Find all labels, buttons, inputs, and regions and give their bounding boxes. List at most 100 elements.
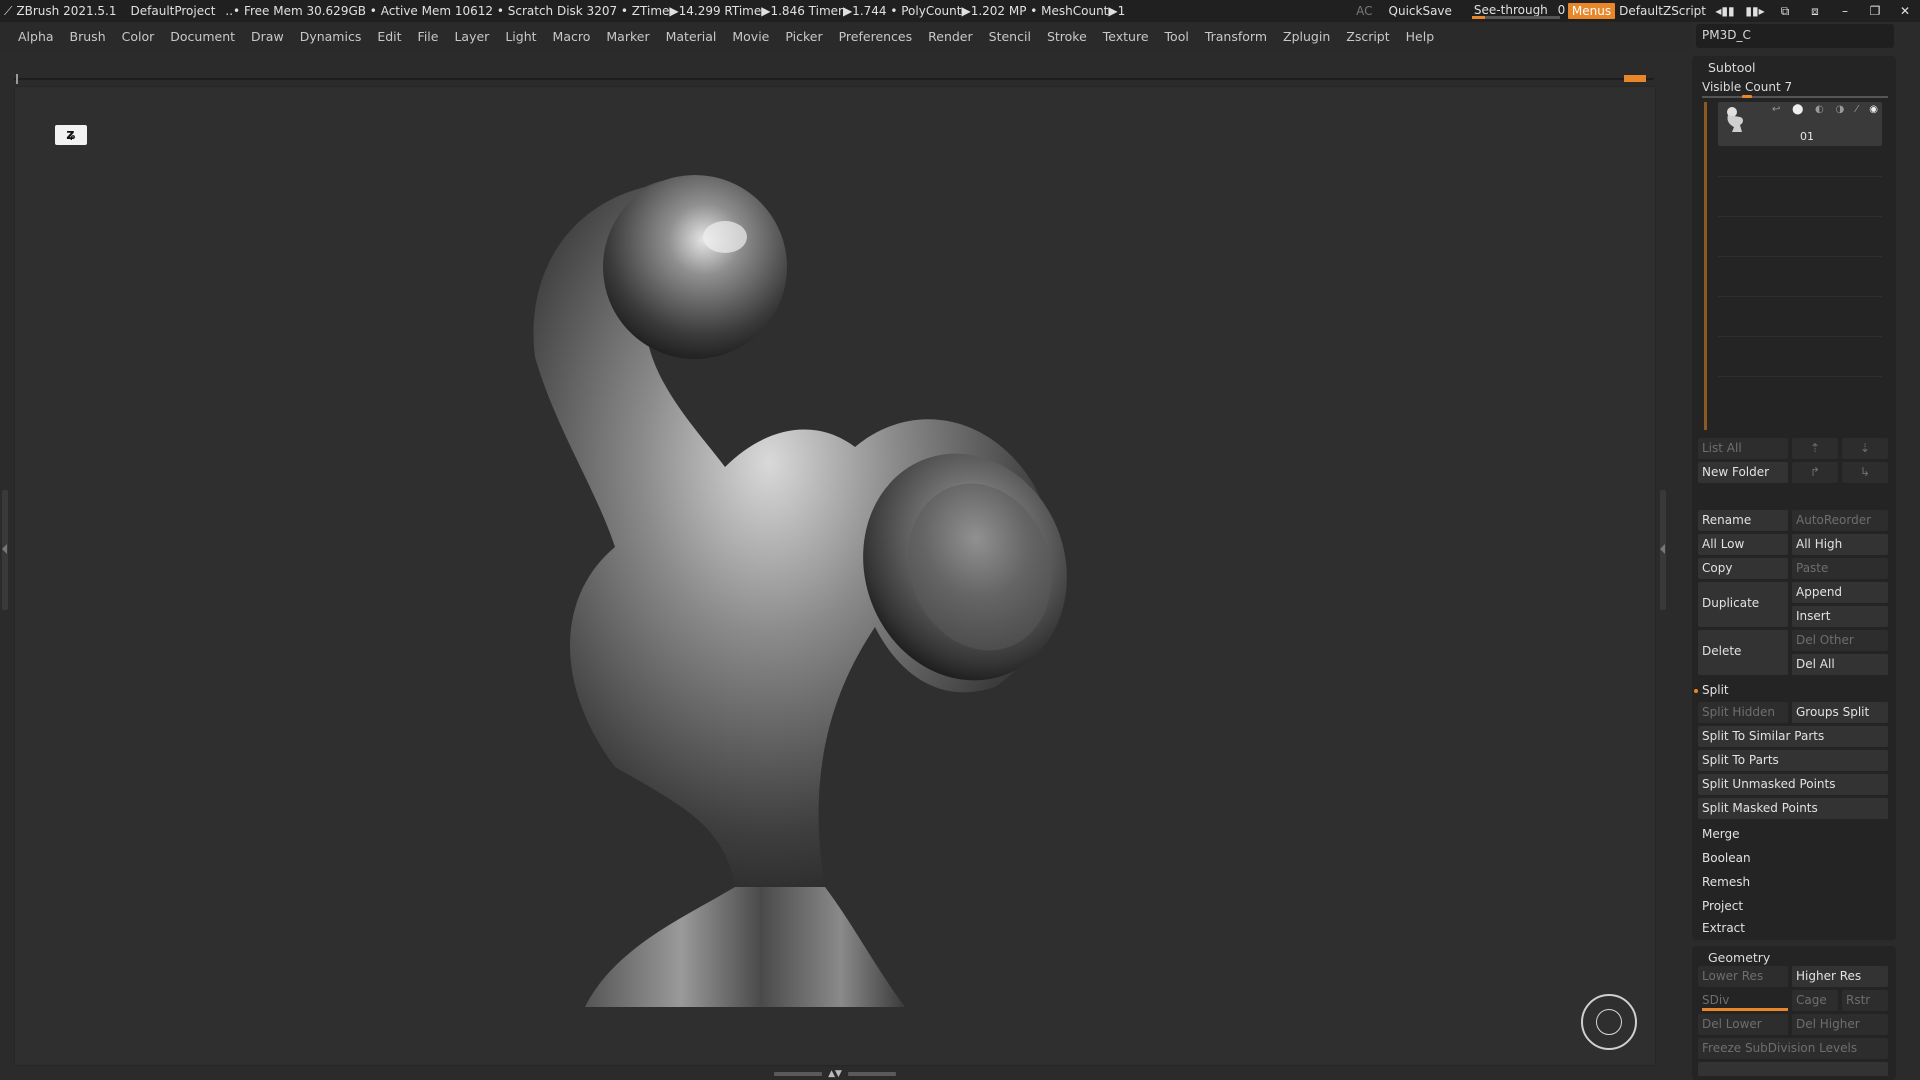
bottom-tray-handle[interactable]: ▲▼ — [770, 1069, 900, 1079]
visible-count-track[interactable] — [1702, 96, 1888, 98]
subtool-color-icon[interactable]: ◐ — [1815, 104, 1824, 116]
subtool-arrow-icon[interactable]: ↩ — [1772, 104, 1780, 116]
rstr-button[interactable]: Rstr — [1842, 990, 1888, 1011]
menu-marker[interactable]: Marker — [606, 29, 649, 44]
ruler-marker[interactable] — [1624, 75, 1646, 82]
minimize-icon[interactable]: – — [1834, 4, 1856, 18]
extract-section-toggle[interactable]: Extract — [1698, 920, 1888, 938]
timeline-ruler[interactable] — [14, 74, 1654, 84]
quicksave-button[interactable]: QuickSave — [1389, 4, 1452, 18]
subtool-slot[interactable] — [1718, 176, 1882, 177]
split-to-parts-button[interactable]: Split To Parts — [1698, 750, 1888, 771]
del-all-button[interactable]: Del All — [1792, 654, 1888, 675]
subtool-slot[interactable] — [1718, 296, 1882, 297]
menu-edit[interactable]: Edit — [377, 29, 401, 44]
menu-brush[interactable]: Brush — [70, 29, 106, 44]
menu-render[interactable]: Render — [928, 29, 973, 44]
all-high-button[interactable]: All High — [1792, 534, 1888, 555]
geometry-title[interactable]: Geometry — [1708, 950, 1770, 965]
rename-button[interactable]: Rename — [1698, 510, 1788, 531]
menu-macro[interactable]: Macro — [553, 29, 591, 44]
menu-layer[interactable]: Layer — [454, 29, 489, 44]
menu-dynamics[interactable]: Dynamics — [300, 29, 362, 44]
list-all-button[interactable]: List All — [1698, 438, 1788, 459]
move-up-icon[interactable]: ⇡ — [1792, 438, 1838, 459]
menu-file[interactable]: File — [418, 29, 439, 44]
ac-toggle[interactable]: AC — [1356, 4, 1372, 18]
move-into-folder-icon[interactable]: ↱ — [1792, 462, 1838, 483]
subtool-slot[interactable] — [1718, 216, 1882, 217]
right-tray-handle[interactable] — [1660, 490, 1666, 610]
see-through-slider[interactable]: See-through 0 — [1471, 2, 1565, 20]
move-down-icon[interactable]: ⇣ — [1842, 438, 1888, 459]
menu-color[interactable]: Color — [122, 29, 155, 44]
split-section-toggle[interactable]: Split — [1698, 680, 1888, 701]
delete-button[interactable]: Delete — [1698, 630, 1788, 675]
subtool-scroll-bar[interactable] — [1704, 102, 1707, 430]
del-lower-button[interactable]: Del Lower — [1698, 1014, 1788, 1035]
subtool-title[interactable]: Subtool — [1708, 60, 1755, 75]
all-low-button[interactable]: All Low — [1698, 534, 1788, 555]
menu-draw[interactable]: Draw — [251, 29, 284, 44]
insert-button[interactable]: Insert — [1792, 606, 1888, 627]
menu-alpha[interactable]: Alpha — [18, 29, 54, 44]
sculpt-model[interactable] — [495, 127, 1195, 1057]
navigation-gizmo-icon[interactable] — [1581, 994, 1637, 1050]
menu-stencil[interactable]: Stencil — [989, 29, 1031, 44]
close-icon[interactable]: ✕ — [1894, 4, 1916, 18]
remesh-section-toggle[interactable]: Remesh — [1698, 872, 1888, 893]
subtool-dynamic-icon[interactable]: ◑ — [1835, 104, 1844, 116]
menu-light[interactable]: Light — [505, 29, 536, 44]
move-out-folder-icon[interactable]: ↳ — [1842, 462, 1888, 483]
menu-tool[interactable]: Tool — [1165, 29, 1189, 44]
visible-count-handle[interactable] — [1742, 95, 1752, 98]
subtool-polypaint-icon[interactable]: ⬤ — [1792, 104, 1803, 116]
menu-preferences[interactable]: Preferences — [839, 29, 913, 44]
higher-res-button[interactable]: Higher Res — [1792, 966, 1888, 987]
freeze-subdivision-levels-button[interactable]: Freeze SubDivision Levels — [1698, 1038, 1888, 1059]
subtool-item[interactable]: ↩ ⬤ ◐ ◑ ⁄ ◉ 01 — [1718, 102, 1882, 146]
lower-res-button[interactable]: Lower Res — [1698, 966, 1788, 987]
menu-zscript[interactable]: Zscript — [1346, 29, 1389, 44]
subtool-brush-icon[interactable]: ⁄ — [1856, 104, 1858, 116]
append-button[interactable]: Append — [1792, 582, 1888, 603]
subtool-slot[interactable] — [1718, 256, 1882, 257]
project-name[interactable]: DefaultProject — [131, 4, 216, 18]
split-to-similar-parts-button[interactable]: Split To Similar Parts — [1698, 726, 1888, 747]
copy-button[interactable]: Copy — [1698, 558, 1788, 579]
del-other-button[interactable]: Del Other — [1792, 630, 1888, 651]
paste-button[interactable]: Paste — [1792, 558, 1888, 579]
cage-button[interactable]: Cage — [1792, 990, 1838, 1011]
layout-icon[interactable]: ⧈ — [1804, 4, 1826, 19]
menu-material[interactable]: Material — [666, 29, 717, 44]
auto-reorder-button[interactable]: AutoReorder — [1792, 510, 1888, 531]
menus-button[interactable]: Menus — [1567, 3, 1616, 19]
current-tool-name[interactable]: PM3D_C — [1696, 24, 1894, 48]
new-folder-button[interactable]: New Folder — [1698, 462, 1788, 483]
menu-movie[interactable]: Movie — [732, 29, 769, 44]
subtool-slot[interactable] — [1718, 376, 1882, 377]
subtool-slot[interactable] — [1718, 336, 1882, 337]
maximize-icon[interactable]: ❐ — [1864, 4, 1886, 18]
groups-split-button[interactable]: Groups Split — [1792, 702, 1888, 723]
subtool-eye-icon[interactable]: ◉ — [1869, 104, 1878, 116]
menu-texture[interactable]: Texture — [1103, 29, 1149, 44]
canvas-viewport[interactable]: ʑ — [14, 86, 1656, 1066]
split-unmasked-points-button[interactable]: Split Unmasked Points — [1698, 774, 1888, 795]
default-zscript-button[interactable]: DefaultZScript — [1619, 4, 1706, 18]
menu-document[interactable]: Document — [170, 29, 235, 44]
duplicate-button[interactable]: Duplicate — [1698, 582, 1788, 627]
left-tray-handle[interactable] — [2, 490, 8, 610]
menu-stroke[interactable]: Stroke — [1047, 29, 1087, 44]
project-section-toggle[interactable]: Project — [1698, 896, 1888, 917]
geometry-next-button[interactable] — [1698, 1062, 1888, 1076]
tile-window-icon[interactable]: ⧉ — [1774, 4, 1796, 19]
boolean-section-toggle[interactable]: Boolean — [1698, 848, 1888, 869]
menu-help[interactable]: Help — [1406, 29, 1435, 44]
merge-section-toggle[interactable]: Merge — [1698, 824, 1888, 845]
menu-zplugin[interactable]: Zplugin — [1283, 29, 1330, 44]
menu-picker[interactable]: Picker — [785, 29, 822, 44]
interface-toggle-icon[interactable]: ◂▮▮ — [1714, 4, 1736, 18]
interface-toggle-2-icon[interactable]: ▮▮▸ — [1744, 4, 1766, 18]
split-masked-points-button[interactable]: Split Masked Points — [1698, 798, 1888, 819]
